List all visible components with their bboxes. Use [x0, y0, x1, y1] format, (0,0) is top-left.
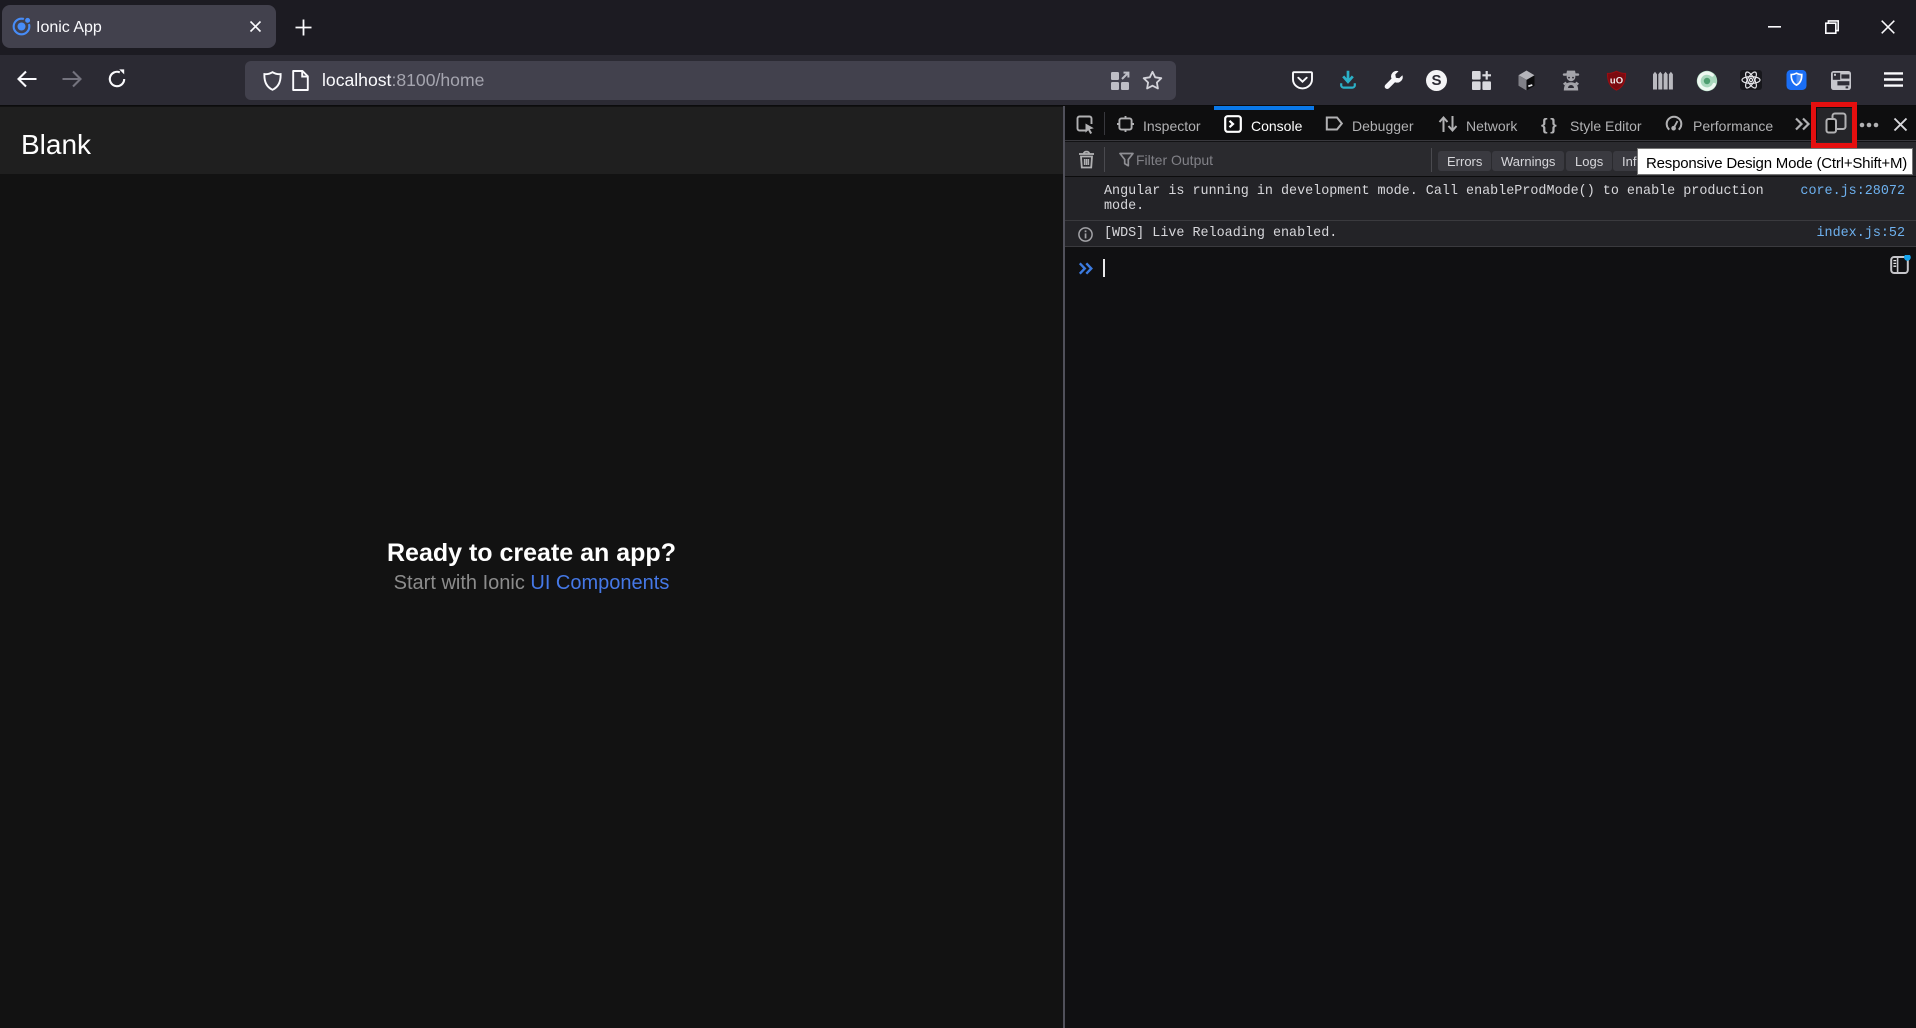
svg-text:uO: uO [1610, 76, 1623, 87]
